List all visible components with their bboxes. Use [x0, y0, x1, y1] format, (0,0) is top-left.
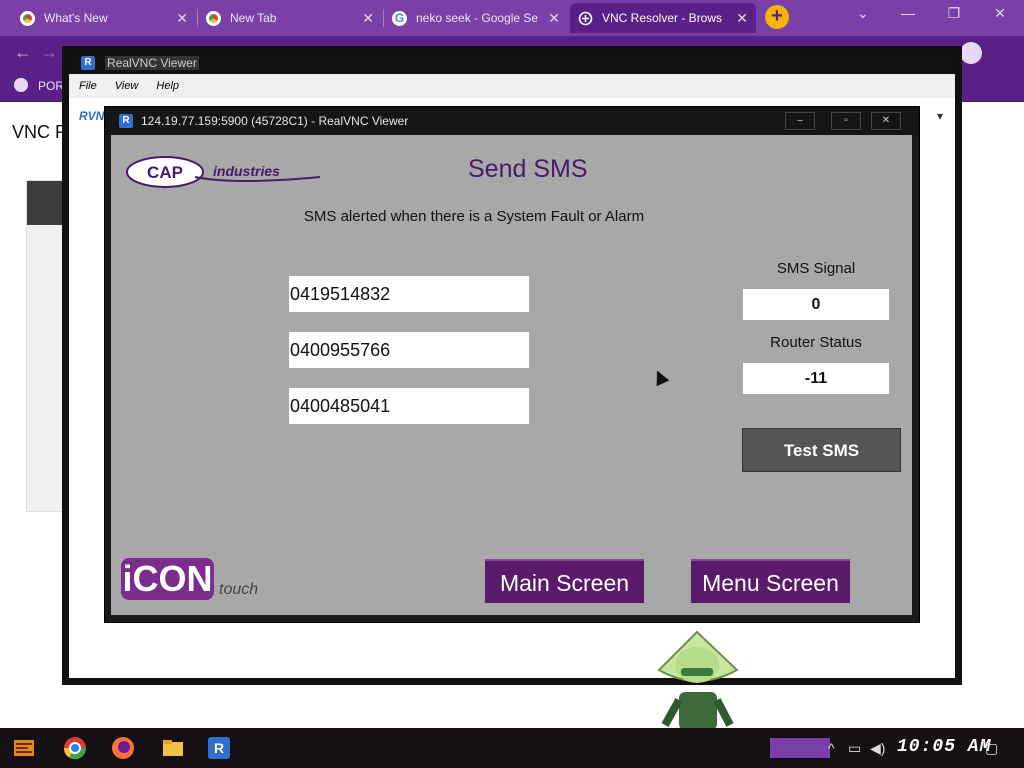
- menu-screen-button[interactable]: Menu Screen: [691, 559, 850, 603]
- main-screen-button[interactable]: Main Screen: [485, 559, 644, 603]
- tab-title: neko seek - Google Se: [416, 11, 539, 25]
- start-menu-icon[interactable]: [12, 736, 36, 760]
- page-thumbnail: [26, 180, 66, 512]
- page-subtitle: SMS alerted when there is a System Fault…: [303, 208, 645, 225]
- icon-touch-logo: iCON: [121, 558, 214, 600]
- outer-window-title: RealVNC Viewer: [105, 56, 199, 70]
- file-explorer-icon[interactable]: [161, 736, 185, 760]
- hmi-screen[interactable]: CAP industries Send SMS SMS alerted when…: [111, 135, 912, 615]
- menu-file[interactable]: File: [79, 80, 97, 92]
- close-tab-icon[interactable]: ✕: [548, 10, 560, 27]
- chrome-icon: [20, 10, 35, 26]
- profile-avatar[interactable]: [960, 42, 982, 64]
- sms-signal-label: SMS Signal: [776, 260, 856, 277]
- chrome-taskbar-icon[interactable]: [63, 736, 87, 760]
- realvnc-logo-icon: R: [119, 114, 133, 128]
- outer-titlebar: R RealVNC Viewer: [69, 53, 955, 74]
- globe-icon: [14, 78, 28, 92]
- tab-title: What's New: [44, 11, 108, 25]
- forward-icon[interactable]: →: [40, 42, 58, 63]
- taskbar-clock[interactable]: 10:05 AM: [897, 737, 991, 757]
- cap-logo-text: CAP: [147, 163, 183, 182]
- tab-new-tab[interactable]: New Tab ✕: [198, 3, 382, 33]
- google-icon: G: [392, 10, 407, 26]
- restore-icon[interactable]: ❐: [939, 5, 969, 22]
- chevron-up-icon[interactable]: ^: [828, 740, 835, 756]
- minimize-icon[interactable]: —: [893, 5, 923, 21]
- close-tab-icon[interactable]: ✕: [362, 10, 374, 27]
- icon-touch-suffix: touch: [219, 581, 259, 598]
- phone-number-field-1[interactable]: 0419514832: [289, 276, 529, 312]
- inner-minimize-icon[interactable]: –: [785, 112, 815, 130]
- back-icon[interactable]: ←: [14, 42, 32, 63]
- tab-title: VNC Resolver - Brows: [602, 11, 723, 25]
- tab-search-icon[interactable]: ⌄: [848, 5, 878, 22]
- vnc-icon: [578, 11, 593, 25]
- cap-industries-logo: CAP industries: [126, 156, 320, 188]
- inner-maximize-icon[interactable]: ▫: [831, 112, 861, 130]
- svg-text:R: R: [214, 740, 224, 756]
- menu-help[interactable]: Help: [156, 80, 179, 92]
- window-close-icon[interactable]: ✕: [985, 5, 1015, 22]
- test-sms-button[interactable]: Test SMS: [742, 428, 901, 472]
- phone-number-field-2[interactable]: 0400955766: [289, 332, 529, 368]
- router-status-value: -11: [743, 363, 889, 394]
- network-icon[interactable]: ▭: [848, 740, 861, 757]
- phone-number-field-3[interactable]: 0400485041: [289, 388, 529, 424]
- notification-icon[interactable]: ▢: [985, 740, 998, 757]
- volume-icon[interactable]: ◀): [870, 740, 885, 757]
- dropdown-arrow-icon[interactable]: ▾: [937, 109, 943, 123]
- taskbar-decoration: [770, 738, 830, 758]
- tab-title: New Tab: [230, 11, 277, 25]
- sms-signal-value: 0: [743, 289, 889, 320]
- tab-whats-new[interactable]: What's New ✕: [12, 3, 196, 33]
- router-status-label: Router Status: [770, 334, 862, 351]
- chrome-icon: [206, 10, 221, 26]
- browser-tab-strip: What's New ✕ New Tab ✕ G neko seek - Goo…: [0, 0, 1024, 36]
- cap-logo-suffix: industries: [213, 163, 280, 179]
- inner-window-title: 124.19.77.159:5900 (45728C1) - RealVNC V…: [141, 114, 409, 128]
- character-mascot-icon: [657, 630, 739, 730]
- tab-vnc-resolver[interactable]: VNC Resolver - Brows ✕: [570, 3, 756, 33]
- realvnc-taskbar-icon[interactable]: R: [207, 736, 231, 760]
- page-title: Send SMS: [468, 155, 588, 183]
- new-tab-button[interactable]: +: [765, 5, 789, 29]
- inner-close-icon[interactable]: ✕: [871, 112, 901, 130]
- firefox-taskbar-icon[interactable]: [111, 736, 135, 760]
- bookmark-item[interactable]: POR: [38, 79, 64, 93]
- inner-titlebar: R 124.19.77.159:5900 (45728C1) - RealVNC…: [105, 107, 919, 135]
- close-tab-icon[interactable]: ✕: [176, 10, 188, 27]
- outer-menubar: File View Help: [69, 74, 955, 98]
- menu-view[interactable]: View: [115, 80, 139, 92]
- thumbnail-header: [27, 181, 65, 225]
- tab-neko-seek[interactable]: G neko seek - Google Se ✕: [384, 3, 568, 33]
- realvnc-logo-icon: R: [81, 56, 95, 70]
- close-tab-icon[interactable]: ✕: [736, 10, 748, 27]
